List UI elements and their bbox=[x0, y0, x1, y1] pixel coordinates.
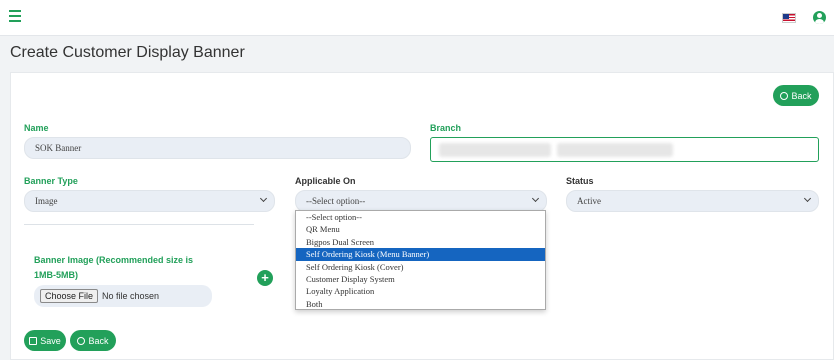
save-button[interactable]: Save bbox=[24, 330, 66, 351]
back-button-bottom-label: Back bbox=[88, 335, 109, 346]
banner-type-value: Image bbox=[35, 196, 58, 206]
name-label: Name bbox=[24, 123, 49, 133]
dropdown-option[interactable]: QR Menu bbox=[296, 223, 545, 235]
applicable-on-value: --Select option-- bbox=[306, 196, 366, 206]
back-button-top-label: Back bbox=[791, 90, 812, 101]
chevron-down-icon bbox=[259, 194, 268, 203]
back-arrow-icon bbox=[780, 91, 789, 100]
branch-label: Branch bbox=[430, 123, 462, 133]
dropdown-option-selected[interactable]: Self Ordering Kiosk (Menu Banner) bbox=[296, 248, 545, 261]
applicable-on-dropdown: --Select option-- QR Menu Bigpos Dual Sc… bbox=[295, 210, 546, 310]
back-button-top[interactable]: Back bbox=[773, 85, 819, 106]
chevron-down-icon bbox=[803, 194, 812, 203]
dropdown-option[interactable]: Self Ordering Kiosk (Cover) bbox=[296, 261, 545, 273]
dropdown-option[interactable]: Both bbox=[296, 298, 545, 310]
banner-type-label: Banner Type bbox=[24, 176, 78, 186]
banner-image-label-2: 1MB-5MB) bbox=[34, 270, 78, 280]
branch-chip[interactable] bbox=[557, 143, 673, 157]
chevron-down-icon bbox=[531, 194, 540, 203]
divider bbox=[24, 224, 254, 225]
status-label: Status bbox=[566, 176, 594, 186]
dropdown-option[interactable]: Customer Display System bbox=[296, 273, 545, 285]
dropdown-option[interactable]: --Select option-- bbox=[296, 211, 545, 223]
hamburger-icon[interactable] bbox=[9, 10, 21, 22]
branch-chip[interactable] bbox=[439, 143, 551, 157]
save-button-label: Save bbox=[40, 335, 61, 346]
user-circle-icon[interactable] bbox=[813, 11, 826, 24]
banner-type-select[interactable]: Image bbox=[24, 190, 275, 212]
name-field[interactable]: SOK Banner bbox=[24, 137, 411, 159]
back-arrow-icon bbox=[77, 336, 86, 345]
add-image-button[interactable]: + bbox=[257, 270, 273, 286]
save-icon bbox=[29, 336, 38, 345]
plus-icon: + bbox=[261, 270, 269, 285]
back-button-bottom[interactable]: Back bbox=[70, 330, 116, 351]
us-flag-icon[interactable] bbox=[782, 13, 796, 23]
choose-file-button[interactable]: Choose File bbox=[40, 289, 99, 303]
file-input[interactable]: Choose File No file chosen bbox=[34, 285, 212, 307]
applicable-on-select[interactable]: --Select option-- bbox=[295, 190, 547, 212]
name-field-value: SOK Banner bbox=[35, 143, 82, 153]
status-value: Active bbox=[577, 196, 601, 206]
banner-image-label: Banner Image (Recommended size is bbox=[34, 255, 194, 265]
dropdown-option[interactable]: Loyalty Application bbox=[296, 285, 545, 297]
no-file-text: No file chosen bbox=[102, 291, 160, 301]
page-title: Create Customer Display Banner bbox=[10, 44, 245, 61]
dropdown-option[interactable]: Bigpos Dual Screen bbox=[296, 236, 545, 248]
status-select[interactable]: Active bbox=[566, 190, 819, 212]
top-bar bbox=[0, 0, 834, 36]
branch-multiselect[interactable] bbox=[430, 137, 819, 162]
applicable-on-label: Applicable On bbox=[295, 176, 356, 186]
